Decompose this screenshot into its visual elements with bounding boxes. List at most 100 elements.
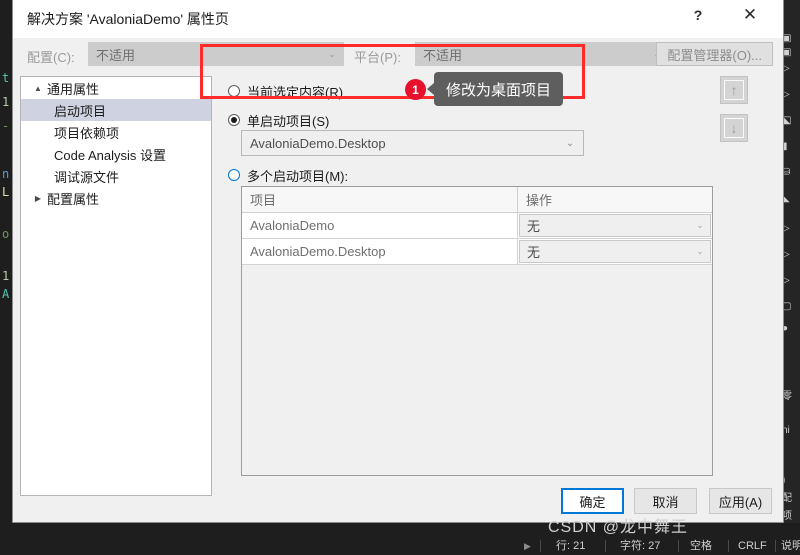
solution-explorer-row[interactable]: 零 <box>782 390 800 403</box>
solution-explorer-row[interactable]: ▣ <box>782 46 800 59</box>
tree-item-project-dependencies[interactable]: 项目依赖项 <box>21 121 211 143</box>
table-row[interactable]: AvaloniaDemo 无 ⌄ <box>242 213 712 239</box>
status-column: 字符: 27 <box>620 540 661 552</box>
cell-action-dropdown[interactable]: 无 ⌄ <box>519 240 711 263</box>
configuration-value: 不适用 <box>96 47 136 63</box>
tree-item-label: 配置属性 <box>47 191 100 207</box>
status-indent: 空格 <box>690 540 712 552</box>
cell-action-dropdown[interactable]: 无 ⌄ <box>519 214 711 237</box>
code-character: 1 <box>2 269 10 283</box>
radio-label: 多个启动项目(M): <box>247 168 349 184</box>
solution-explorer-row[interactable]: 配 <box>782 492 800 505</box>
column-header-action: 操作 <box>526 193 553 208</box>
annotation-callout: 修改为桌面项目 <box>426 72 564 106</box>
triangle-right-icon[interactable]: ▶ <box>31 194 45 203</box>
status-bar: ▶ 行: 21 字符: 27 空格 CRLF 说明 <box>0 537 800 555</box>
chevron-down-icon: ⌄ <box>696 246 704 256</box>
dialog-footer: 确定 取消 应用(A) <box>13 482 783 522</box>
help-icon[interactable]: ? <box>675 0 721 30</box>
configuration-dropdown[interactable]: 不适用 ⌄ <box>88 42 344 66</box>
tree-item-debug-source-files[interactable]: 调试源文件 <box>21 165 211 187</box>
cell-action-value: 无 <box>527 245 541 260</box>
solution-explorer-row[interactable]: ▣ <box>782 32 800 45</box>
property-pages-dialog: 解决方案 'AvaloniaDemo' 属性页 ? ✕ 配置(C): 不适用 ⌄… <box>12 0 784 523</box>
radio-icon[interactable] <box>228 114 240 126</box>
solution-explorer-row[interactable]: 项 <box>782 510 800 523</box>
startup-project-value: AvaloniaDemo.Desktop <box>250 135 386 151</box>
code-character: n <box>2 167 10 181</box>
status-eol: CRLF <box>738 540 767 552</box>
tree-item-startup-project[interactable]: 启动项目 <box>21 99 211 121</box>
annotation-badge-1: 1 <box>405 79 426 100</box>
solution-explorer-row[interactable]: ▷ <box>782 274 800 287</box>
solution-explorer-row[interactable]: ▷ <box>782 62 800 75</box>
solution-explorer-row[interactable]: ⬕ <box>782 114 800 127</box>
chevron-down-icon: ⌄ <box>696 220 704 230</box>
solution-explorer-row[interactable]: ▢ <box>782 300 800 313</box>
dialog-title: 解决方案 'AvaloniaDemo' 属性页 <box>27 11 229 27</box>
tree-item-label: 通用属性 <box>47 81 100 97</box>
startup-project-pane: 当前选定内容(R) 单启动项目(S) AvaloniaDemo.Desktop … <box>220 76 773 496</box>
radio-current-selection[interactable]: 当前选定内容(R) <box>228 82 343 100</box>
dialog-title-bar: 解决方案 'AvaloniaDemo' 属性页 ? ✕ <box>13 0 783 38</box>
chevron-down-icon: ⌄ <box>565 137 575 149</box>
configuration-bar: 配置(C): 不适用 ⌄ 平台(P): 不适用 ⌄ 配置管理器(O)... <box>13 38 783 72</box>
property-tree[interactable]: ▲ 通用属性 启动项目 项目依赖项 Code Analysis 设置 调试源文件… <box>20 76 212 496</box>
status-description: 说明 <box>781 540 800 552</box>
cell-project-name: AvaloniaDemo.Desktop <box>242 239 518 264</box>
cell-project-name: AvaloniaDemo <box>242 213 518 238</box>
tree-item-label: 项目依赖项 <box>54 125 120 141</box>
apply-button[interactable]: 应用(A) <box>709 488 772 514</box>
radio-icon[interactable] <box>228 169 240 181</box>
code-character: - <box>2 119 10 133</box>
table-header-row: 项目 操作 <box>242 187 712 213</box>
cancel-button[interactable]: 取消 <box>634 488 697 514</box>
ok-button[interactable]: 确定 <box>561 488 624 514</box>
solution-explorer-row[interactable]: ◣ <box>782 192 800 205</box>
status-caret-icon: ▶ <box>524 541 531 551</box>
solution-explorer-row[interactable]: ni <box>782 424 800 437</box>
triangle-down-icon[interactable]: ▲ <box>31 84 45 93</box>
tree-item-code-analysis-settings[interactable]: Code Analysis 设置 <box>21 143 211 165</box>
radio-label: 当前选定内容(R) <box>247 84 344 100</box>
configuration-manager-button[interactable]: 配置管理器(O)... <box>656 42 773 66</box>
solution-explorer-panel[interactable]: ▣▣ ▷ ▷ ⬕ ▮ ⛁ ◣ ▷ ▷ ▷ ▢ ● 零 ni) 配项 <box>782 0 800 523</box>
solution-explorer-row[interactable]: ▷ <box>782 248 800 261</box>
platform-value: 不适用 <box>423 47 463 63</box>
arrow-up-icon: ↑ <box>724 80 744 100</box>
tree-item-label: Code Analysis 设置 <box>54 147 166 163</box>
code-character: t <box>2 71 10 85</box>
radio-single-startup-project[interactable]: 单启动项目(S) <box>228 111 329 129</box>
solution-explorer-row[interactable]: ● <box>782 322 800 335</box>
tree-item-label: 启动项目 <box>54 103 107 119</box>
tree-item-common-properties[interactable]: ▲ 通用属性 <box>21 77 211 99</box>
code-character: o <box>2 227 10 241</box>
table-row[interactable]: AvaloniaDemo.Desktop 无 ⌄ <box>242 239 712 265</box>
code-character: 1 <box>2 95 10 109</box>
solution-explorer-row[interactable]: ⛁ <box>782 166 800 179</box>
tree-item-configuration-properties[interactable]: ▶ 配置属性 <box>21 187 211 209</box>
startup-project-dropdown[interactable]: AvaloniaDemo.Desktop ⌄ <box>241 130 584 156</box>
platform-label: 平台(P): <box>354 50 401 65</box>
radio-icon[interactable] <box>228 85 240 97</box>
solution-explorer-row[interactable]: ) <box>782 474 800 487</box>
move-up-button[interactable]: ↑ <box>720 76 748 104</box>
configuration-label: 配置(C): <box>27 50 75 65</box>
code-character: L <box>2 185 10 199</box>
status-line: 行: 21 <box>556 540 586 552</box>
move-down-button[interactable]: ↓ <box>720 114 748 142</box>
platform-dropdown[interactable]: 不适用 ⌄ <box>415 42 669 66</box>
column-header-project: 项目 <box>242 187 518 212</box>
code-character: A <box>2 287 10 301</box>
radio-multiple-startup-projects[interactable]: 多个启动项目(M): <box>228 166 348 184</box>
radio-label: 单启动项目(S) <box>247 113 330 129</box>
tree-item-label: 调试源文件 <box>54 169 120 185</box>
solution-explorer-row[interactable]: ▮ <box>782 140 800 153</box>
chevron-down-icon: ⌄ <box>328 48 336 59</box>
solution-explorer-row[interactable]: ▷ <box>782 88 800 101</box>
cell-action-value: 无 <box>527 219 541 234</box>
close-icon[interactable]: ✕ <box>727 0 773 30</box>
arrow-down-icon: ↓ <box>724 118 744 138</box>
startup-projects-table[interactable]: 项目 操作 AvaloniaDemo 无 ⌄ AvaloniaDemo.Desk… <box>241 186 713 476</box>
solution-explorer-row[interactable]: ▷ <box>782 222 800 235</box>
